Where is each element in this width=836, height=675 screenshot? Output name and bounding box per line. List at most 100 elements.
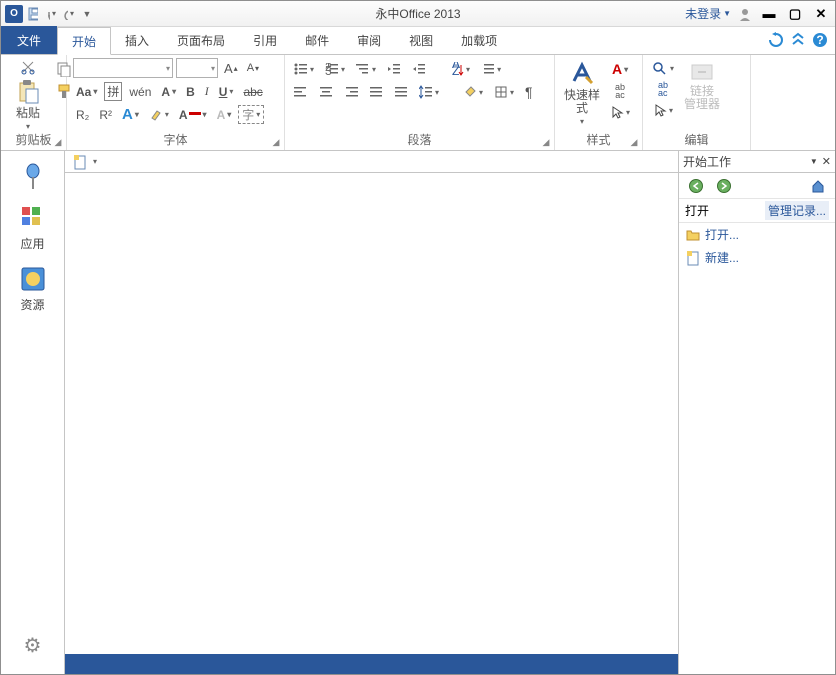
tab-ref[interactable]: 引用 [239,26,291,54]
paste-button[interactable]: 粘贴 ▾ [7,78,49,132]
italic-button[interactable]: I [202,83,212,100]
help-icon[interactable]: ? [811,31,829,49]
save-icon[interactable] [25,6,41,22]
align-justify-button[interactable] [366,85,386,99]
align-center-button[interactable] [316,85,336,99]
link-manager-label: 链接 管理器 [684,85,720,111]
select-button[interactable] [649,102,677,118]
font-a-button[interactable]: A [158,84,179,100]
style-ab-button[interactable]: abac [607,82,633,100]
multilevel-button[interactable] [353,62,379,76]
group-clipboard: 粘贴 ▾ 剪贴板 ◢ [1,55,67,150]
taskpane-home-icon[interactable] [807,177,829,195]
taskpane-back-icon[interactable] [685,177,707,195]
show-marks-button[interactable]: ¶ [522,83,536,101]
line-spacing-extra-button[interactable] [478,62,504,76]
select-pointer-button[interactable] [607,104,633,120]
taskpane-open-link[interactable]: 打开... [679,223,835,246]
redo-icon[interactable] [61,6,77,22]
tab-review[interactable]: 审阅 [343,26,395,54]
grow-font-button[interactable]: A▴ [221,58,241,78]
taskpane-forward-icon[interactable] [713,177,735,195]
align-distribute-button[interactable] [391,85,411,99]
taskpane-close-icon[interactable]: ✕ [822,155,831,168]
doc-tab-dropdown[interactable]: ▾ [93,157,97,166]
undo-icon[interactable] [43,6,59,22]
change-case-button[interactable]: Aa [73,84,100,100]
change-styles-button[interactable]: A [607,60,633,78]
sort-button[interactable]: AZ [447,61,473,77]
sidebar-res[interactable]: 资源 [16,262,50,317]
subscript-button[interactable]: R₂ [73,107,92,123]
indent-decrease-button[interactable] [384,62,404,76]
line-spacing-button[interactable] [416,84,442,100]
replace-button[interactable]: abac [649,80,677,98]
strikethrough-button[interactable]: abc [240,84,265,100]
group-edit-label: 编辑 [649,132,744,148]
shading-button[interactable]: A [214,107,235,123]
text-effects-button[interactable]: A [119,105,142,124]
underline-button[interactable]: U [216,84,237,100]
font-size-select[interactable]: ▾ [176,58,218,78]
document-canvas[interactable] [65,173,678,654]
font-dialog-launcher[interactable]: ◢ [270,136,282,148]
font-family-select[interactable]: ▾ [73,58,173,78]
minimize-button[interactable]: ▬ [759,6,779,22]
tab-mail[interactable]: 邮件 [291,26,343,54]
folder-open-icon [685,228,701,242]
quick-styles-button[interactable]: 快速样式 ▾ [561,58,603,127]
bullets-button[interactable] [291,62,317,76]
indent-increase-button[interactable] [409,62,429,76]
highlight-button[interactable] [146,107,172,123]
app-title: 永中Office 2013 [375,5,460,22]
doc-tabbar: ▾ [65,151,678,173]
align-right-button[interactable] [341,85,361,99]
tab-file[interactable]: 文件 [1,26,57,54]
tab-view[interactable]: 视图 [395,26,447,54]
ime-button[interactable]: 拼 [104,82,122,101]
tab-insert[interactable]: 插入 [111,26,163,54]
taskpane-menu-icon[interactable]: ▼ [810,157,818,166]
find-button[interactable] [649,60,677,76]
close-button[interactable]: ✕ [811,6,831,22]
align-left-button[interactable] [291,85,311,99]
paragraph-dialog-launcher[interactable]: ◢ [540,136,552,148]
tab-addin[interactable]: 加载项 [447,26,511,54]
document-area: ▾ [65,151,678,674]
borders-button[interactable] [491,84,517,100]
shrink-font-button[interactable]: A▾ [244,58,262,78]
sync-icon[interactable] [767,31,785,49]
new-doc-tab-button[interactable] [69,153,91,171]
login-link[interactable]: 未登录▼ [685,5,731,22]
taskpane-title: 开始工作 [683,153,731,170]
qat-customize-icon[interactable]: ▼ [79,6,95,22]
login-label: 未登录 [685,5,721,22]
tab-start[interactable]: 开始 [57,27,111,55]
clipboard-dialog-launcher[interactable]: ◢ [52,136,64,148]
sidebar-app[interactable]: 应用 [16,201,50,256]
new-doc-icon [685,250,701,266]
link-manager-button[interactable]: 链接 管理器 [681,58,723,112]
bold-button[interactable]: B [183,84,198,100]
quick-styles-label: 快速样式 [564,89,600,115]
numbering-button[interactable]: 123 [322,62,348,76]
maximize-button[interactable]: ▢ [785,6,805,22]
group-styles-label: 样式 [561,132,636,148]
taskpane-section-label: 打开 [685,202,709,219]
tab-layout[interactable]: 页面布局 [163,26,239,54]
settings-gear-icon[interactable]: ⚙ [24,633,42,658]
superscript-button[interactable]: R² [96,107,115,123]
svg-text:?: ? [816,33,823,47]
phonetic-button[interactable]: wén [126,84,154,100]
taskpane-new-link[interactable]: 新建... [679,246,835,269]
styles-dialog-launcher[interactable]: ◢ [628,136,640,148]
font-color-button[interactable]: A [176,107,210,123]
manage-records-link[interactable]: 管理记录... [765,201,829,220]
svg-text:Z: Z [452,64,459,76]
cut-button[interactable] [17,58,39,76]
minimize-ribbon-icon[interactable] [789,31,807,49]
group-font-label: 字体 [73,132,278,148]
sidebar-pin[interactable] [18,159,48,195]
fill-button[interactable] [460,84,486,100]
char-border-button[interactable]: 字 [238,105,264,124]
